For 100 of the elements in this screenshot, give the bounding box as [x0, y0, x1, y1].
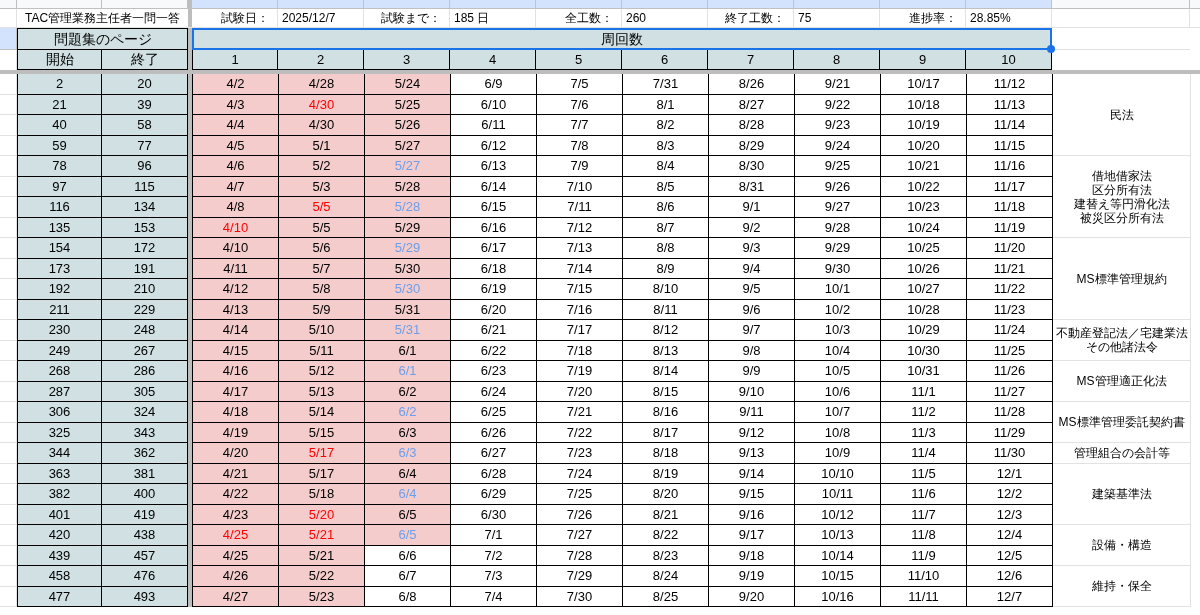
page-cell: 134	[102, 197, 188, 218]
date-text: 11/9	[911, 546, 936, 565]
column-header[interactable]	[450, 0, 536, 8]
date-text: 7/30	[566, 587, 593, 606]
page-cell: 39	[102, 94, 188, 115]
row-header[interactable]	[0, 28, 17, 50]
date-text: 11/23	[993, 300, 1026, 319]
date-text: 11/22	[993, 280, 1026, 298]
corner-cell[interactable]	[0, 0, 17, 8]
date-text: 4/17	[222, 382, 249, 401]
date-text: 10/10	[821, 464, 854, 483]
column-header[interactable]	[1052, 0, 1190, 8]
date-text: 9/13	[738, 444, 765, 462]
date-text: 10/25	[907, 239, 940, 257]
date-text: 11/4	[911, 444, 936, 462]
date-text: 11/17	[993, 177, 1026, 196]
date-text: 7/18	[566, 341, 593, 360]
date-text: 6/27	[480, 444, 507, 462]
column-header[interactable]	[880, 0, 966, 8]
date-text: 6/23	[480, 362, 507, 380]
date-text: 9/9	[742, 362, 761, 380]
stat-label: 全工数：	[565, 10, 613, 27]
page-cell: 287	[17, 381, 102, 402]
date-text: 10/7	[824, 403, 851, 421]
date-text: 6/8	[398, 587, 417, 606]
category-label: 借地借家法 区分所有法 建替え等円滑化法 被災区分所有法	[1073, 168, 1170, 225]
date-text: 5/30	[394, 259, 421, 278]
date-text: 6/3	[398, 423, 417, 442]
header-cell[interactable]: 周回数	[192, 28, 1052, 50]
category-label: MS標準管理規約	[1076, 271, 1167, 286]
date-text: 6/19	[480, 280, 507, 298]
column-header[interactable]	[278, 0, 364, 8]
stat-label: 進捗率：	[909, 10, 957, 27]
page-cell: 2	[17, 74, 102, 95]
date-text: 8/30	[738, 157, 765, 175]
page-cell: 267	[102, 340, 188, 361]
date-text: 6/9	[484, 75, 503, 93]
date-text: 9/5	[742, 280, 761, 298]
date-text: 6/11	[481, 116, 506, 134]
date-text: 7/29	[566, 567, 593, 585]
header-cell: 10	[966, 50, 1052, 70]
stat-value: 260	[626, 10, 647, 27]
date-text: 11/10	[907, 567, 940, 585]
date-text: 9/28	[824, 218, 851, 237]
date-text: 6/21	[480, 321, 507, 339]
date-text: 11/29	[993, 423, 1026, 442]
column-header[interactable]	[536, 0, 622, 8]
date-text: 6/28	[480, 464, 507, 483]
page-cell: 154	[17, 238, 102, 259]
page-cell: 420	[17, 525, 102, 546]
date-text: 10/21	[907, 157, 940, 175]
date-text: 10/2	[824, 300, 851, 319]
page-cell: 192	[17, 279, 102, 300]
date-text: 6/16	[480, 218, 507, 237]
date-text: 9/26	[824, 177, 851, 196]
date-text: 5/7	[312, 259, 331, 278]
selection-handle-icon[interactable]	[1047, 45, 1055, 53]
column-header[interactable]	[794, 0, 880, 8]
date-text: 8/21	[652, 505, 679, 524]
date-text: 5/12	[308, 362, 335, 380]
date-text: 9/14	[738, 464, 765, 483]
page-cell: 116	[17, 197, 102, 218]
sheet-title: TAC管理業務主任者一問一答	[24, 10, 181, 27]
column-header[interactable]	[17, 0, 102, 8]
date-text: 7/24	[566, 464, 593, 483]
date-text: 8/31	[738, 177, 765, 196]
column-header[interactable]	[622, 0, 708, 8]
page-cell: 173	[17, 258, 102, 279]
column-header[interactable]	[102, 0, 188, 8]
date-text: 7/23	[566, 444, 593, 462]
date-text: 10/1	[824, 280, 851, 298]
category-label: 民法	[1109, 107, 1134, 122]
page-cell: 324	[102, 402, 188, 423]
date-text: 5/27	[394, 157, 421, 175]
header-cell: 開始	[17, 50, 102, 70]
date-text: 7/27	[566, 526, 593, 544]
date-text: 6/2	[398, 382, 417, 401]
column-header[interactable]	[192, 0, 278, 8]
date-text: 6/1	[398, 341, 417, 360]
date-text: 7/31	[652, 75, 679, 93]
date-text: 8/8	[656, 239, 675, 257]
page-cell: 211	[17, 299, 102, 320]
date-text: 5/21	[308, 546, 335, 565]
date-text: 5/17	[308, 444, 335, 462]
page-cell: 306	[17, 402, 102, 423]
header-cell: 2	[278, 50, 364, 70]
date-text: 8/20	[652, 485, 679, 503]
column-header[interactable]	[364, 0, 450, 8]
date-text: 8/5	[656, 177, 675, 196]
date-text: 10/3	[824, 321, 851, 339]
date-text: 4/10	[222, 239, 249, 257]
page-cell: 457	[102, 545, 188, 566]
date-text: 12/3	[996, 505, 1023, 524]
date-text: 7/16	[566, 300, 593, 319]
date-text: 6/20	[480, 300, 507, 319]
column-header[interactable]	[966, 0, 1052, 8]
column-header[interactable]	[708, 0, 794, 8]
page-cell: 458	[17, 566, 102, 587]
column-header[interactable]	[1190, 0, 1200, 8]
date-text: 10/22	[907, 177, 940, 196]
